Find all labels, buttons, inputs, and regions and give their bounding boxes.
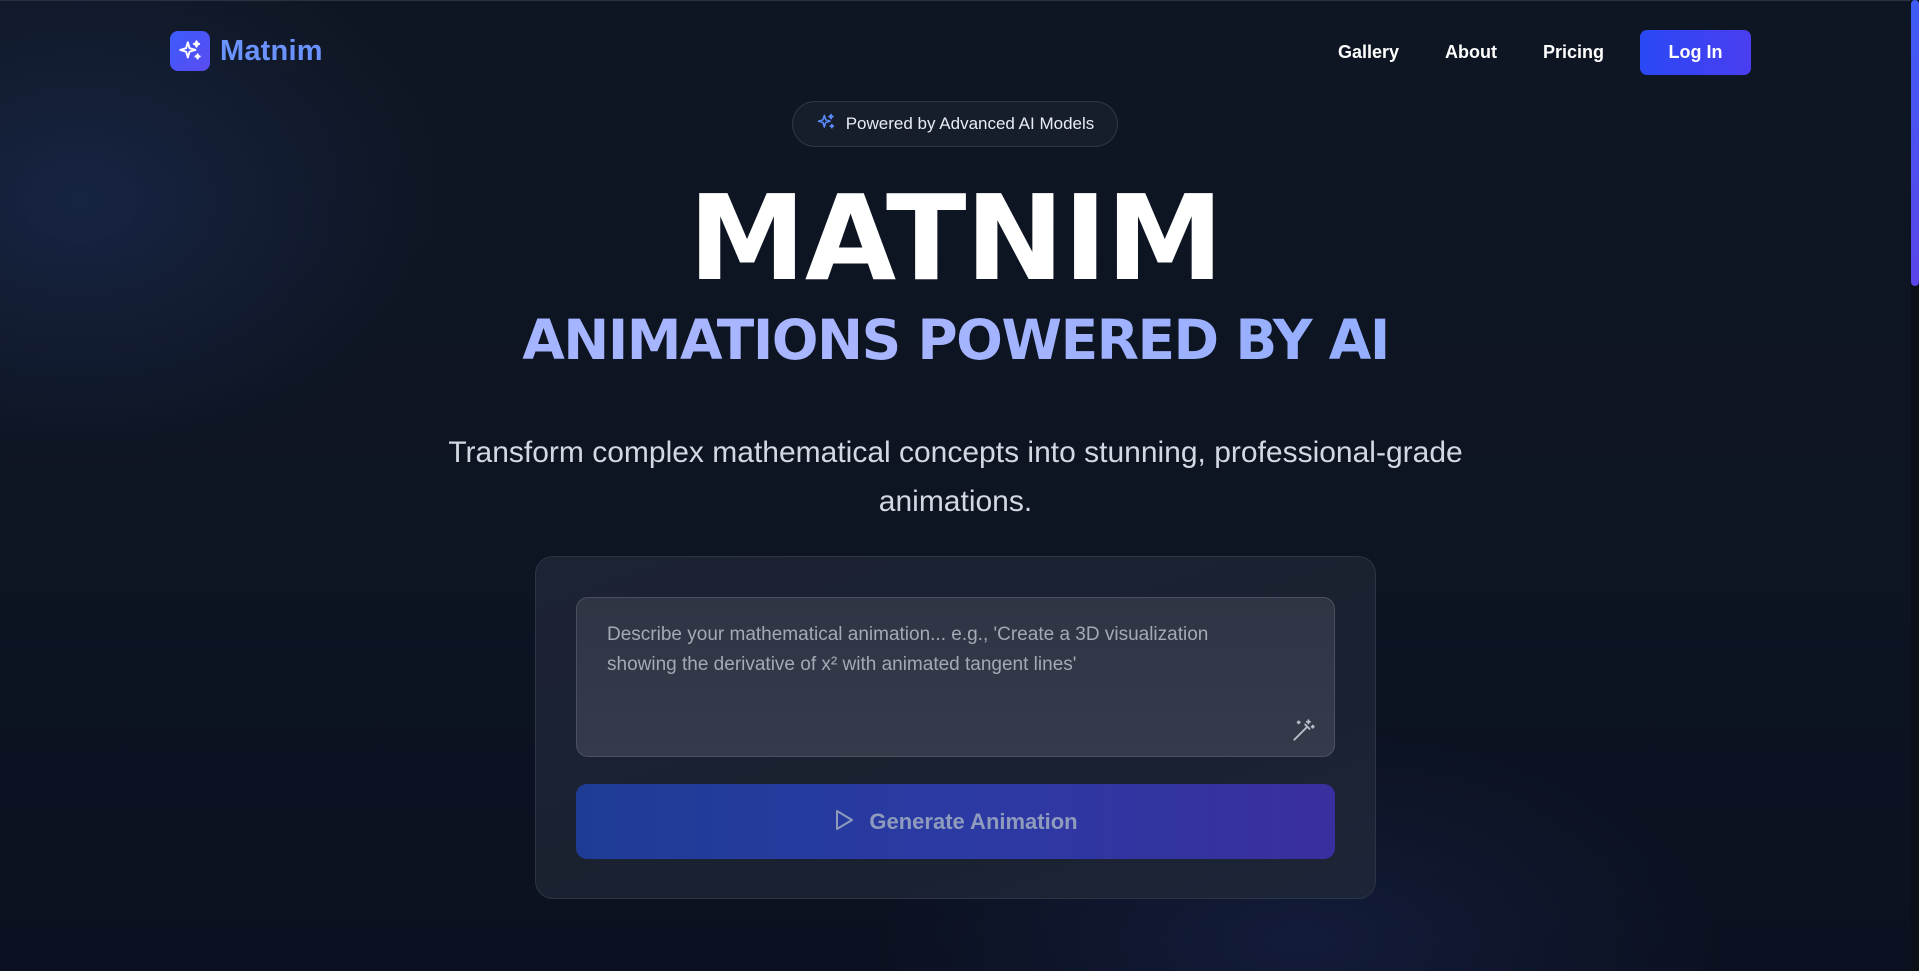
nav-link-gallery[interactable]: Gallery (1338, 29, 1399, 75)
nav-link-pricing[interactable]: Pricing (1543, 29, 1604, 75)
powered-by-badge: Powered by Advanced AI Models (792, 101, 1118, 147)
magic-wand-icon[interactable] (1290, 718, 1316, 744)
page-scrollbar[interactable] (1911, 0, 1919, 971)
powered-by-text: Powered by Advanced AI Models (845, 114, 1095, 133)
login-button[interactable]: Log In (1640, 29, 1752, 75)
nav-link-about[interactable]: About (1445, 29, 1497, 75)
play-icon (833, 808, 855, 835)
logo-text: Matnim (220, 34, 323, 67)
hero-tagline: Transform complex mathematical concepts … (448, 436, 1463, 518)
prompt-textarea[interactable]: Describe your mathematical animation... … (576, 597, 1335, 757)
hero-subtitle: ANIMATIONS POWERED BY AI (0, 305, 1911, 375)
hero-title: MATNIM (688, 169, 1223, 307)
generate-animation-label: Generate Animation (869, 808, 1078, 834)
sparkles-icon (170, 31, 210, 71)
logo-link[interactable]: Matnim (170, 31, 323, 71)
generate-animation-button[interactable]: Generate Animation (576, 784, 1335, 859)
generator-card: Describe your mathematical animation... … (535, 556, 1376, 899)
sparkles-icon (816, 112, 836, 137)
scrollbar-thumb[interactable] (1911, 0, 1919, 286)
site-header: Matnim Gallery About Pricing Log In (0, 0, 1911, 104)
main-nav: Gallery About Pricing Log In (1338, 29, 1752, 75)
prompt-placeholder: Describe your mathematical animation... … (607, 624, 1209, 675)
